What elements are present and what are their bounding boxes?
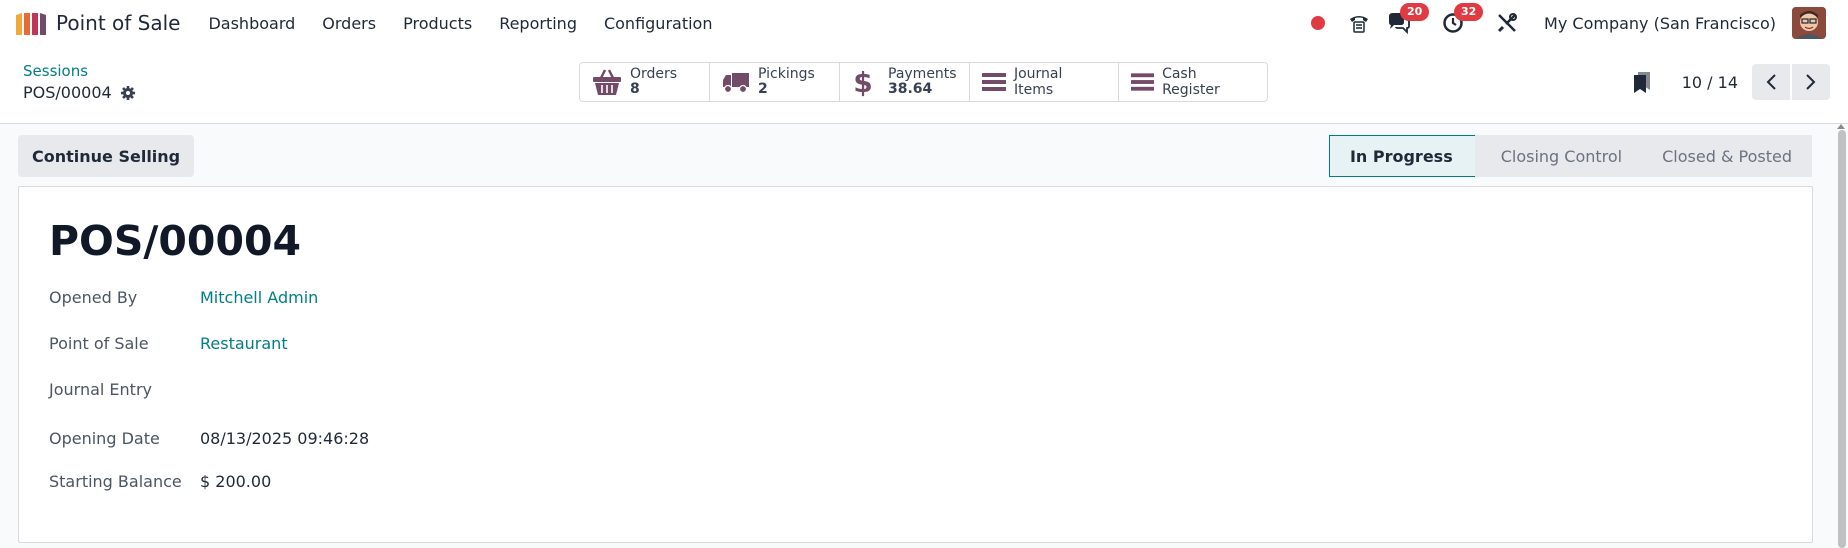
vertical-scrollbar[interactable]: [1838, 130, 1846, 548]
bookmarks-icon[interactable]: [1632, 70, 1652, 94]
chevron-right-icon: [1806, 74, 1816, 90]
pager-value[interactable]: 10 / 14: [1682, 73, 1738, 92]
stage-in-progress[interactable]: In Progress: [1328, 135, 1475, 177]
starting-balance-label: Starting Balance: [49, 472, 182, 491]
journal-items-label: Journal Items: [1013, 66, 1063, 98]
systray: 20 32 My Company (San Francisco): [1311, 0, 1848, 46]
app-name: Point of Sale: [56, 11, 181, 35]
stage-in-progress-label: In Progress: [1349, 146, 1453, 166]
user-avatar[interactable]: [1792, 7, 1826, 39]
menu-configuration[interactable]: Configuration: [604, 14, 713, 33]
breadcrumb-current-label: POS/00004: [23, 83, 112, 102]
orders-count: 8: [630, 81, 640, 97]
stage-closing-control-label: Closing Control: [1500, 146, 1623, 166]
truck-icon: [723, 73, 749, 94]
journal-entry-label: Journal Entry: [49, 380, 152, 399]
messages-badge: 20: [1400, 3, 1430, 21]
stage-closed-posted[interactable]: Closed & Posted: [1636, 135, 1812, 177]
payments-smart-button[interactable]: $ Payments 38.64: [840, 63, 970, 101]
activities-badge: 32: [1454, 3, 1484, 21]
debug-tools-icon[interactable]: [1494, 10, 1520, 36]
continue-selling-button[interactable]: Continue Selling: [18, 135, 195, 177]
list-icon: [1131, 73, 1155, 91]
stage-closing-control[interactable]: Closing Control: [1474, 135, 1637, 177]
gear-icon[interactable]: [120, 85, 136, 101]
activities-clock-icon[interactable]: 32: [1440, 3, 1484, 36]
scroll-up-arrow-icon[interactable]: [1837, 124, 1845, 129]
phone-icon[interactable]: [1346, 10, 1372, 36]
top-navbar: Point of Sale Dashboard Orders Products …: [0, 0, 1848, 46]
opening-date-label: Opening Date: [49, 429, 160, 448]
pager: 10 / 14: [1632, 64, 1830, 100]
session-title: POS/00004: [49, 217, 302, 265]
payments-amount: 38.64: [888, 81, 933, 97]
form-sheet: POS/00004 Opened By Mitchell Admin Point…: [18, 186, 1813, 543]
breadcrumb-sessions-link[interactable]: Sessions: [23, 62, 88, 80]
pager-previous-button[interactable]: [1752, 64, 1790, 100]
chevron-left-icon: [1766, 74, 1776, 90]
messages-icon[interactable]: 20: [1386, 3, 1430, 36]
cash-register-smart-button[interactable]: Cash Register: [1119, 63, 1267, 101]
journal-items-smart-button[interactable]: Journal Items: [970, 63, 1119, 101]
menu-orders[interactable]: Orders: [322, 14, 376, 33]
pickings-count: 2: [758, 81, 768, 97]
app-brand[interactable]: Point of Sale: [14, 11, 180, 35]
starting-balance-value: $ 200.00: [200, 472, 272, 491]
control-panel: Sessions POS/00004 Orders 8 Pickings 2 $…: [0, 46, 1848, 124]
payments-label: Payments: [888, 66, 957, 82]
point-of-sale-label: Point of Sale: [49, 334, 149, 353]
menu-dashboard[interactable]: Dashboard: [208, 14, 295, 33]
menu-reporting[interactable]: Reporting: [499, 14, 577, 33]
recording-indicator-icon[interactable]: [1311, 16, 1326, 30]
opening-date-value: 08/13/2025 09:46:28: [200, 429, 370, 448]
pickings-label: Pickings: [758, 66, 815, 82]
basket-icon: [593, 69, 621, 95]
pos-logo-icon: [16, 13, 46, 35]
menu-products[interactable]: Products: [403, 14, 472, 33]
opened-by-value[interactable]: Mitchell Admin: [200, 288, 318, 307]
main-menu: Dashboard Orders Products Reporting Conf…: [208, 14, 739, 33]
point-of-sale-value[interactable]: Restaurant: [200, 334, 288, 353]
smart-buttons: Orders 8 Pickings 2 $ Payments 38.64 Jou…: [579, 62, 1268, 102]
dollar-icon: $: [853, 67, 872, 97]
orders-smart-button[interactable]: Orders 8: [580, 63, 710, 101]
stage-closed-posted-label: Closed & Posted: [1662, 146, 1792, 166]
pager-next-button[interactable]: [1792, 64, 1830, 100]
breadcrumb-current: POS/00004: [23, 83, 136, 102]
list-icon: [982, 73, 1006, 91]
svg-text:$: $: [853, 67, 872, 97]
opened-by-label: Opened By: [49, 288, 138, 307]
company-switcher[interactable]: My Company (San Francisco): [1544, 14, 1776, 33]
orders-label: Orders: [630, 66, 678, 82]
status-bar: In Progress Closing Control Closed & Pos…: [1328, 135, 1812, 177]
cash-register-label: Cash Register: [1162, 66, 1220, 98]
pickings-smart-button[interactable]: Pickings 2: [710, 63, 840, 101]
